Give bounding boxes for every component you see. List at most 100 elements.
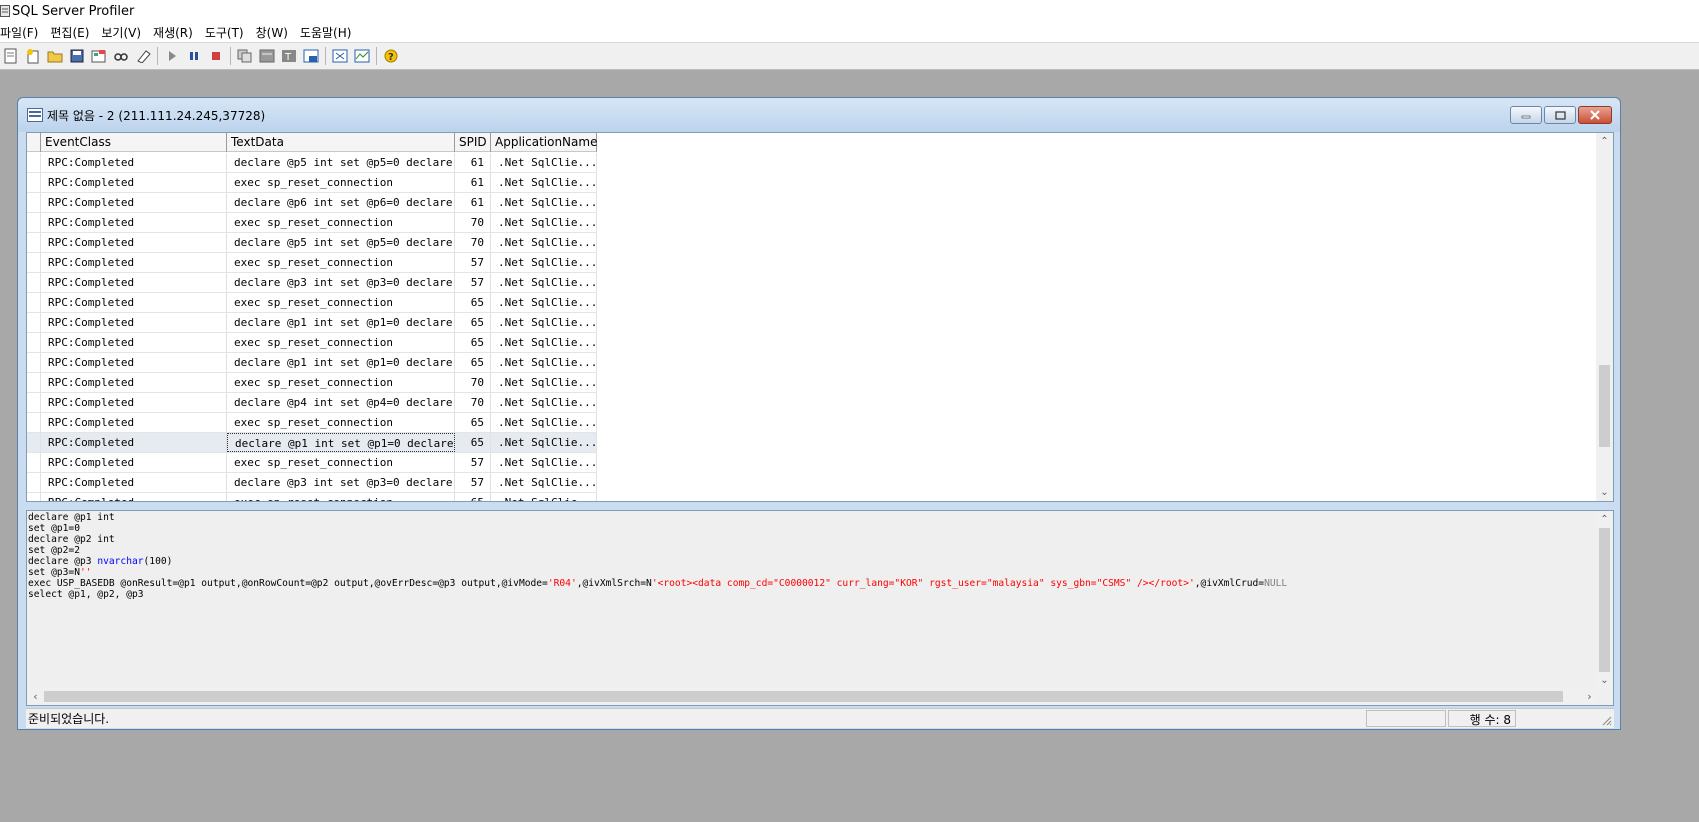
scroll-up-icon[interactable]: ⌃ xyxy=(1596,133,1613,150)
sql-token: ,@ivXmlSrch=N xyxy=(576,578,652,589)
restore-button[interactable] xyxy=(1544,106,1576,124)
scroll-up-icon[interactable]: ⌃ xyxy=(1596,511,1613,528)
grid-scroll-thumb[interactable] xyxy=(1599,365,1610,447)
scroll-left-icon[interactable]: ‹ xyxy=(27,688,44,705)
table-row[interactable]: RPC:Completed exec sp_reset_connection 70.… xyxy=(27,373,597,393)
text-horizontal-scrollbar[interactable]: ‹ › xyxy=(27,688,1598,705)
column-header-eventclass[interactable]: EventClass xyxy=(41,133,227,152)
table-row[interactable]: RPC:Completed exec sp_reset_connection 70.… xyxy=(27,213,597,233)
find-icon[interactable] xyxy=(110,45,132,67)
toolbar-separator xyxy=(376,47,377,65)
menu-view[interactable]: 보기(V) xyxy=(95,24,147,41)
clear-icon[interactable] xyxy=(132,45,154,67)
table-row[interactable]: RPC:Completedexec sp_reset_connection65.… xyxy=(27,333,597,353)
toolbar: T ? xyxy=(0,43,1699,70)
table-row[interactable]: RPC:Completedexec sp_reset_connection65.… xyxy=(27,413,597,433)
table-row[interactable]: RPC:Completed declare @p5 int set @p5=0 d… xyxy=(27,153,597,173)
clear-window-icon[interactable] xyxy=(256,45,278,67)
scroll-right-icon[interactable]: › xyxy=(1581,688,1598,705)
menu-window[interactable]: 창(W) xyxy=(250,24,294,41)
help-icon[interactable]: ? xyxy=(380,45,402,67)
table-row[interactable]: RPC:Completedexec sp_reset_connection65.… xyxy=(27,493,597,501)
row-selector-header xyxy=(27,133,41,152)
column-header-spid[interactable]: SPID xyxy=(455,133,491,152)
table-row[interactable]: RPC:Completed declare @p1 int set @p1=0 d… xyxy=(27,313,597,333)
menu-file[interactable]: 파일(F) xyxy=(0,24,44,41)
auto-scroll-icon[interactable] xyxy=(234,45,256,67)
resize-grip-icon[interactable] xyxy=(1600,714,1612,726)
cell-applicationname: .Net SqlClie... xyxy=(491,313,597,332)
table-row[interactable]: RPC:Completed exec sp_reset_connection 57.… xyxy=(27,253,597,273)
menu-tools[interactable]: 도구(T) xyxy=(199,24,250,41)
table-row[interactable]: RPC:Completed exec sp_reset_connection 57.… xyxy=(27,453,597,473)
cell-spid: 57 xyxy=(455,253,491,272)
scroll-down-icon[interactable]: ⌄ xyxy=(1596,672,1613,689)
activity-monitor-icon[interactable] xyxy=(351,45,373,67)
profiler-app-icon xyxy=(0,5,10,17)
table-row[interactable]: RPC:Completed declare @p1 int set @p1=0 d… xyxy=(27,353,597,373)
properties-icon[interactable] xyxy=(88,45,110,67)
cell-textdata: exec sp_reset_connection xyxy=(227,373,455,392)
row-count-status: 행 수: 8 xyxy=(1448,710,1516,727)
cell-spid: 61 xyxy=(455,173,491,192)
cell-eventclass: RPC:Completed xyxy=(41,153,227,172)
table-row[interactable]: RPC:Completed declare @p1 int set @p1=0 d… xyxy=(27,433,597,453)
table-row[interactable]: RPC:Completed declare @p3 int set @p3=0 d… xyxy=(27,273,597,293)
new-template-icon[interactable] xyxy=(22,45,44,67)
svg-text:T: T xyxy=(284,52,292,63)
table-row[interactable]: RPC:Completed declare @p6 int set @p6=0 d… xyxy=(27,193,597,213)
sql-line: declare @p3 nvarchar(100) xyxy=(28,556,1287,567)
sql-token: ,@ivXmlCrud= xyxy=(1194,578,1265,589)
menu-help[interactable]: 도움말(H) xyxy=(294,24,358,41)
sql-token: (100) xyxy=(143,556,173,567)
cell-spid: 70 xyxy=(455,393,491,412)
text-scroll-thumb[interactable] xyxy=(1599,528,1610,672)
trace-grid[interactable]: EventClass TextData SPID ApplicationName… xyxy=(26,132,1614,502)
cell-eventclass: RPC:Completed xyxy=(41,453,227,472)
scroll-down-icon[interactable]: ⌄ xyxy=(1596,484,1613,501)
pause-icon[interactable] xyxy=(183,45,205,67)
status-panel xyxy=(1366,710,1446,727)
table-row[interactable]: RPC:Completed declare @p5 int set @p5=0 d… xyxy=(27,233,597,253)
close-button[interactable] xyxy=(1578,106,1612,124)
run-icon[interactable] xyxy=(161,45,183,67)
sql-text-content[interactable]: declare @p1 int set @p1=0 declare @p2 int s… xyxy=(28,512,1287,600)
text-vertical-scrollbar[interactable]: ⌃ ⌄ xyxy=(1596,511,1613,689)
trace-window-titlebar[interactable]: 제목 없음 - 2 (211.111.24.245,37728) xyxy=(18,98,1620,132)
table-row[interactable]: RPC:Completed declare @p3 int set @p3=0 d… xyxy=(27,473,597,493)
row-selector xyxy=(27,373,41,392)
table-row[interactable]: RPC:Completed declare @p4 int set @p4=0 d… xyxy=(27,393,597,413)
cell-spid: 65 xyxy=(455,333,491,352)
trace-properties-icon[interactable] xyxy=(300,45,322,67)
column-header-applicationname[interactable]: ApplicationName xyxy=(491,133,597,152)
grid-vertical-scrollbar[interactable]: ⌃ ⌄ xyxy=(1596,133,1613,501)
export-icon[interactable] xyxy=(329,45,351,67)
cell-applicationname: .Net SqlClie... xyxy=(491,153,597,172)
menu-edit[interactable]: 편집(E) xyxy=(44,24,95,41)
new-trace-icon[interactable] xyxy=(0,45,22,67)
open-icon[interactable] xyxy=(44,45,66,67)
cell-spid: 57 xyxy=(455,273,491,292)
save-icon[interactable] xyxy=(66,45,88,67)
sql-token: declare @p2 int xyxy=(28,534,115,545)
stop-icon[interactable] xyxy=(205,45,227,67)
cell-textdata: declare @p1 int set @p1=0 declare ... xyxy=(227,313,455,332)
font-icon[interactable]: T xyxy=(278,45,300,67)
cell-eventclass: RPC:Completed xyxy=(41,253,227,272)
row-selector xyxy=(27,393,41,412)
cell-spid: 70 xyxy=(455,373,491,392)
toolbar-separator xyxy=(157,47,158,65)
table-row[interactable]: RPC:Completedexec sp_reset_connection65.… xyxy=(27,293,597,313)
table-row[interactable]: RPC:Completed exec sp_reset_connection 61.… xyxy=(27,173,597,193)
minimize-icon xyxy=(1521,115,1531,119)
toolbar-separator xyxy=(230,47,231,65)
cell-eventclass: RPC:Completed xyxy=(41,433,227,452)
column-header-textdata[interactable]: TextData xyxy=(227,133,455,152)
text-hscroll-thumb[interactable] xyxy=(44,691,1563,702)
sql-token: nvarchar xyxy=(97,556,144,567)
sql-token: declare @p3 xyxy=(28,556,98,567)
svg-text:?: ? xyxy=(388,52,394,63)
minimize-button[interactable] xyxy=(1510,106,1542,124)
sql-text-pane[interactable]: declare @p1 int set @p1=0 declare @p2 int s… xyxy=(26,510,1614,706)
menu-replay[interactable]: 재생(R) xyxy=(147,24,199,41)
